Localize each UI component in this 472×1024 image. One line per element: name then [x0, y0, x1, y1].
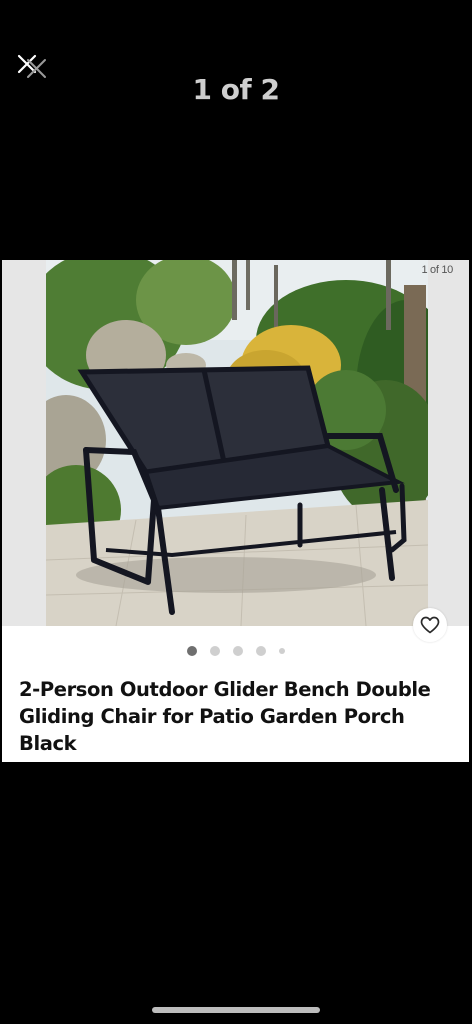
pager-dot-1[interactable]: [186, 646, 197, 656]
home-indicator[interactable]: [152, 1007, 320, 1013]
pager-dot-4[interactable]: [255, 646, 266, 656]
image-pager-dots: [2, 646, 469, 656]
pager-dot-3[interactable]: [232, 646, 243, 656]
listing-photo: [46, 260, 428, 626]
pager-dot-2[interactable]: [209, 646, 220, 656]
listing-title: 2-Person Outdoor Glider Bench Double Gli…: [19, 678, 431, 755]
listing-photo-area[interactable]: 1 of 10: [2, 260, 469, 626]
listing-card: 1 of 10 2-Person Outdoor Glider Bench Do…: [2, 260, 469, 762]
photo-count-badge: 1 of 10: [421, 264, 453, 276]
image-counter: 1 of 2: [192, 73, 280, 106]
heart-icon: [420, 616, 440, 634]
image-viewer-screen: 1 of 2 1 of 10 2-Person Outdoor Glider B…: [0, 0, 472, 1024]
pager-dot-5[interactable]: [278, 648, 285, 654]
favorite-button[interactable]: [413, 608, 447, 642]
